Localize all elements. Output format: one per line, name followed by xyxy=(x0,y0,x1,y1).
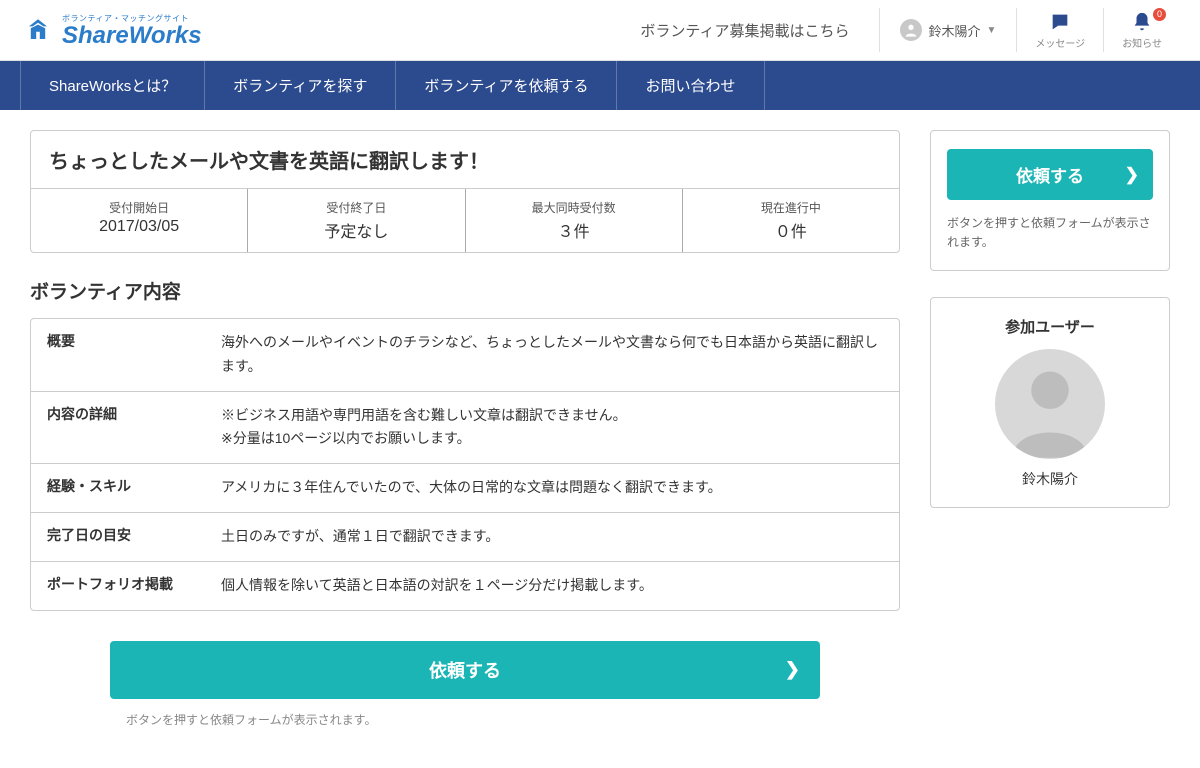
nav-item-contact[interactable]: お問い合わせ xyxy=(617,61,764,110)
sidebar: 依頼する ❯ ボタンを押すと依頼フォームが表示されます。 参加ユーザー 鈴木陽介 xyxy=(930,130,1170,728)
nav-item-request[interactable]: ボランティアを依頼する xyxy=(396,61,617,110)
listing-stats: 受付開始日 2017/03/05 受付終了日 予定なし 最大同時受付数 ３件 現… xyxy=(31,189,899,252)
table-row: 内容の詳細※ビジネス用語や専門用語を含む難しい文章は翻訳できません。 ※分量は1… xyxy=(31,392,899,465)
notifications-label: お知らせ xyxy=(1122,35,1162,50)
bell-icon xyxy=(1131,11,1153,33)
stat-end: 受付終了日 予定なし xyxy=(248,189,465,252)
table-row: 経験・スキルアメリカに３年住んでいたので、大体の日常的な文章は問題なく翻訳できま… xyxy=(31,464,899,513)
sidebar-request-box: 依頼する ❯ ボタンを押すと依頼フォームが表示されます。 xyxy=(930,130,1170,271)
participant-avatar[interactable] xyxy=(995,349,1105,459)
request-note-side: ボタンを押すと依頼フォームが表示されます。 xyxy=(947,214,1153,252)
request-button-main[interactable]: 依頼する ❯ xyxy=(110,641,820,699)
notifications-link[interactable]: 0 お知らせ xyxy=(1103,8,1180,52)
participant-name: 鈴木陽介 xyxy=(947,469,1153,489)
nav-item-about[interactable]: ShareWorksとは？ xyxy=(20,61,205,110)
messages-link[interactable]: メッセージ xyxy=(1016,8,1103,52)
logo-name: ShareWorks xyxy=(62,24,202,48)
detail-table: 概要海外へのメールやイベントのチラシなど、ちょっとしたメールや文書なら何でも日本… xyxy=(30,318,900,611)
main-content: ちょっとしたメールや文書を英語に翻訳します！ 受付開始日 2017/03/05 … xyxy=(30,130,900,728)
table-row: 完了日の目安土日のみですが、通常１日で翻訳できます。 xyxy=(31,513,899,562)
messages-label: メッセージ xyxy=(1035,35,1085,50)
stat-start: 受付開始日 2017/03/05 xyxy=(31,189,248,252)
request-button-side[interactable]: 依頼する ❯ xyxy=(947,149,1153,200)
username: 鈴木陽介 xyxy=(928,21,980,40)
logo[interactable]: ボランティア・マッチングサイト ShareWorks xyxy=(20,12,202,48)
request-note-main: ボタンを押すと依頼フォームが表示されます。 xyxy=(110,711,820,728)
stat-progress: 現在進行中 ０件 xyxy=(683,189,899,252)
caret-down-icon: ▼ xyxy=(986,25,996,36)
chevron-right-icon: ❯ xyxy=(1125,165,1139,185)
user-menu[interactable]: 鈴木陽介 ▼ xyxy=(879,8,1016,52)
avatar-icon xyxy=(900,19,922,41)
nav-item-search[interactable]: ボランティアを探す xyxy=(205,61,396,110)
chevron-right-icon: ❯ xyxy=(785,659,800,680)
stat-max: 最大同時受付数 ３件 xyxy=(466,189,683,252)
chat-icon xyxy=(1049,11,1071,33)
participant-title: 参加ユーザー xyxy=(947,316,1153,337)
listing-header: ちょっとしたメールや文書を英語に翻訳します！ 受付開始日 2017/03/05 … xyxy=(30,130,900,253)
header: ボランティア・マッチングサイト ShareWorks ボランティア募集掲載はこち… xyxy=(0,0,1200,61)
table-row: 概要海外へのメールやイベントのチラシなど、ちょっとしたメールや文書なら何でも日本… xyxy=(31,319,899,392)
sidebar-participant-box: 参加ユーザー 鈴木陽介 xyxy=(930,297,1170,508)
notification-badge: 0 xyxy=(1153,8,1166,21)
recruit-link[interactable]: ボランティア募集掲載はこちら xyxy=(640,20,849,41)
main-nav: ShareWorksとは？ ボランティアを探す ボランティアを依頼する お問い合… xyxy=(0,61,1200,110)
logo-icon xyxy=(20,12,56,48)
listing-title: ちょっとしたメールや文書を英語に翻訳します！ xyxy=(31,131,899,189)
content-section-title: ボランティア内容 xyxy=(30,277,900,304)
table-row: ポートフォリオ掲載個人情報を除いて英語と日本語の対訳を１ページ分だけ掲載します。 xyxy=(31,562,899,610)
